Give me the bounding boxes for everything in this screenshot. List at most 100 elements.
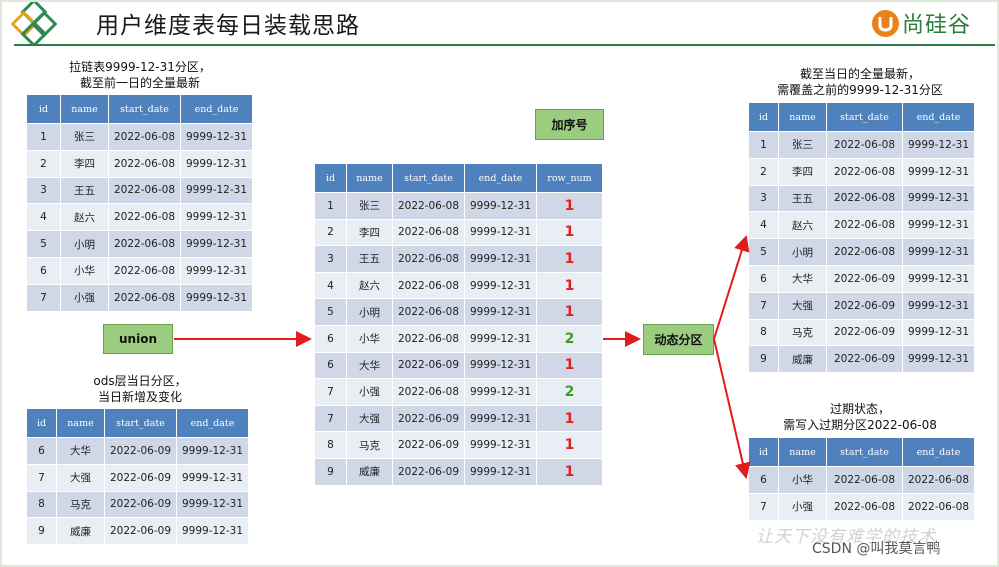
table-cell: 9999-12-31 (180, 203, 253, 232)
table-header-row: id name start_date end_date (748, 102, 975, 132)
table-cell: 小明 (778, 238, 827, 266)
table-cell: 1 (314, 192, 347, 220)
table-cell: 2022-06-08 (392, 324, 465, 353)
table-cell: 9999-12-31 (902, 238, 975, 266)
caption-line: ods层当日分区， (93, 374, 187, 388)
table-row: 6 小华 2022-06-08 9999-12-31 (26, 256, 253, 285)
table-cell: 9999-12-31 (902, 211, 975, 240)
table-row: 7 大强 2022-06-09 9999-12-31 1 (314, 404, 603, 433)
table-cell: 1 (536, 218, 603, 247)
table-cell: 9999-12-31 (464, 457, 537, 486)
table-cell: 2022-06-08 (108, 203, 181, 232)
table-row: 1 张三 2022-06-08 9999-12-31 (748, 131, 975, 159)
table-cell: 2022-06-08 (826, 184, 903, 213)
table-cell: 9 (314, 457, 347, 486)
table-header-row: id name start_date end_date (748, 437, 975, 467)
table-cell: 2022-06-09 (826, 264, 903, 293)
table-row: 2 李四 2022-06-08 9999-12-31 1 (314, 218, 603, 247)
caption-line: 拉链表9999-12-31分区， (69, 60, 211, 74)
table-cell: 2 (536, 378, 603, 406)
table-cell: 4 (314, 271, 347, 300)
table-cell: 9999-12-31 (180, 230, 253, 258)
table-cell: 2022-06-08 (392, 192, 465, 220)
table-row: 7 大强 2022-06-09 9999-12-31 (748, 291, 975, 320)
table-cell: 2 (314, 218, 347, 247)
table-cell: 7 (26, 283, 61, 312)
table-row: 9 威廉 2022-06-09 9999-12-31 (26, 517, 249, 546)
column-header: name (346, 163, 393, 193)
table-cell: 6 (314, 351, 347, 380)
table-cell: 小明 (346, 298, 393, 326)
table-cell: 小强 (60, 283, 109, 312)
table-cell: 大华 (778, 264, 827, 293)
table-row: 6 小华 2022-06-08 9999-12-31 2 (314, 324, 603, 353)
table-cell: 2022-06-09 (826, 318, 903, 347)
table-cell: 9999-12-31 (176, 437, 249, 465)
table-cell: 王五 (60, 176, 109, 205)
table-cell: 2022-06-08 (826, 492, 903, 521)
table-row: 5 小明 2022-06-08 9999-12-31 (26, 230, 253, 258)
table-cell: 2022-06-08 (108, 149, 181, 178)
table-cell: 2022-06-09 (392, 351, 465, 380)
caption-ods-today: ods层当日分区， 当日新增及变化 (30, 373, 250, 405)
table-header-row: id name start_date end_date (26, 94, 253, 124)
table-cell: 9 (748, 345, 779, 374)
table-cell: 2022-06-09 (826, 291, 903, 320)
table-cell: 威廉 (346, 457, 393, 486)
table-row: 7 小强 2022-06-08 2022-06-08 (748, 492, 975, 521)
table-cell: 2022-06-09 (104, 437, 177, 465)
table-cell: 9999-12-31 (464, 271, 537, 300)
table-row: 8 马克 2022-06-09 9999-12-31 (26, 490, 249, 519)
table-cell: 张三 (346, 192, 393, 220)
table-cell: 9999-12-31 (902, 345, 975, 374)
column-header: start_date (104, 408, 177, 438)
expired-table: id name start_date end_date 6 小华 2022-06-08 202… (748, 437, 975, 521)
table-cell: 9999-12-31 (902, 184, 975, 213)
table-cell: 4 (26, 203, 61, 232)
table-cell: 9999-12-31 (176, 463, 249, 492)
table-row: 7 小强 2022-06-08 9999-12-31 (26, 283, 253, 312)
table-cell: 8 (26, 490, 57, 519)
dynamic-partition-box: 动态分区 (643, 324, 714, 355)
table-row: 9 威廉 2022-06-09 9999-12-31 (748, 345, 975, 374)
table-cell: 9999-12-31 (464, 324, 537, 353)
add-row-num-box: 加序号 (535, 109, 604, 140)
table-cell: 1 (536, 192, 603, 220)
table-row: 4 赵六 2022-06-08 9999-12-31 (748, 211, 975, 240)
table-cell: 大强 (56, 463, 105, 492)
table-row: 7 小强 2022-06-08 9999-12-31 2 (314, 378, 603, 406)
table-cell: 小华 (60, 256, 109, 285)
table-cell: 李四 (60, 149, 109, 178)
table-cell: 1 (748, 131, 779, 159)
table-row: 5 小明 2022-06-08 9999-12-31 1 (314, 298, 603, 326)
table-cell: 马克 (346, 431, 393, 459)
table-cell: 9999-12-31 (180, 149, 253, 178)
table-row: 4 赵六 2022-06-08 9999-12-31 (26, 203, 253, 232)
table-cell: 小华 (778, 466, 827, 494)
table-cell: 2022-06-08 (826, 238, 903, 266)
table-cell: 大强 (778, 291, 827, 320)
caption-line: 当日新增及变化 (97, 390, 182, 404)
table-header-row: id name start_date end_date (26, 408, 249, 438)
union-box: union (103, 324, 173, 354)
title-underline (14, 44, 995, 46)
table-cell: 9999-12-31 (902, 131, 975, 159)
brand-logo: 尚硅谷 (872, 8, 971, 38)
brand-u-icon (872, 9, 899, 37)
table-row: 6 大华 2022-06-09 9999-12-31 (26, 437, 249, 465)
column-header: end_date (180, 94, 253, 124)
table-cell: 2022-06-08 (108, 176, 181, 205)
column-header: id (748, 437, 779, 467)
table-cell: 2022-06-08 (392, 271, 465, 300)
table-cell: 2022-06-08 (108, 283, 181, 312)
table-cell: 张三 (778, 131, 827, 159)
table-cell: 2022-06-09 (392, 457, 465, 486)
table-cell: 2022-06-09 (826, 345, 903, 374)
column-header: name (778, 437, 827, 467)
table-cell: 9999-12-31 (902, 157, 975, 186)
column-header: name (778, 102, 827, 132)
table-cell: 9999-12-31 (176, 490, 249, 519)
table-cell: 9999-12-31 (464, 192, 537, 220)
table-cell: 威廉 (778, 345, 827, 374)
latest-full-table: id name start_date end_date 1 张三 2022-06-08 999… (748, 102, 975, 374)
